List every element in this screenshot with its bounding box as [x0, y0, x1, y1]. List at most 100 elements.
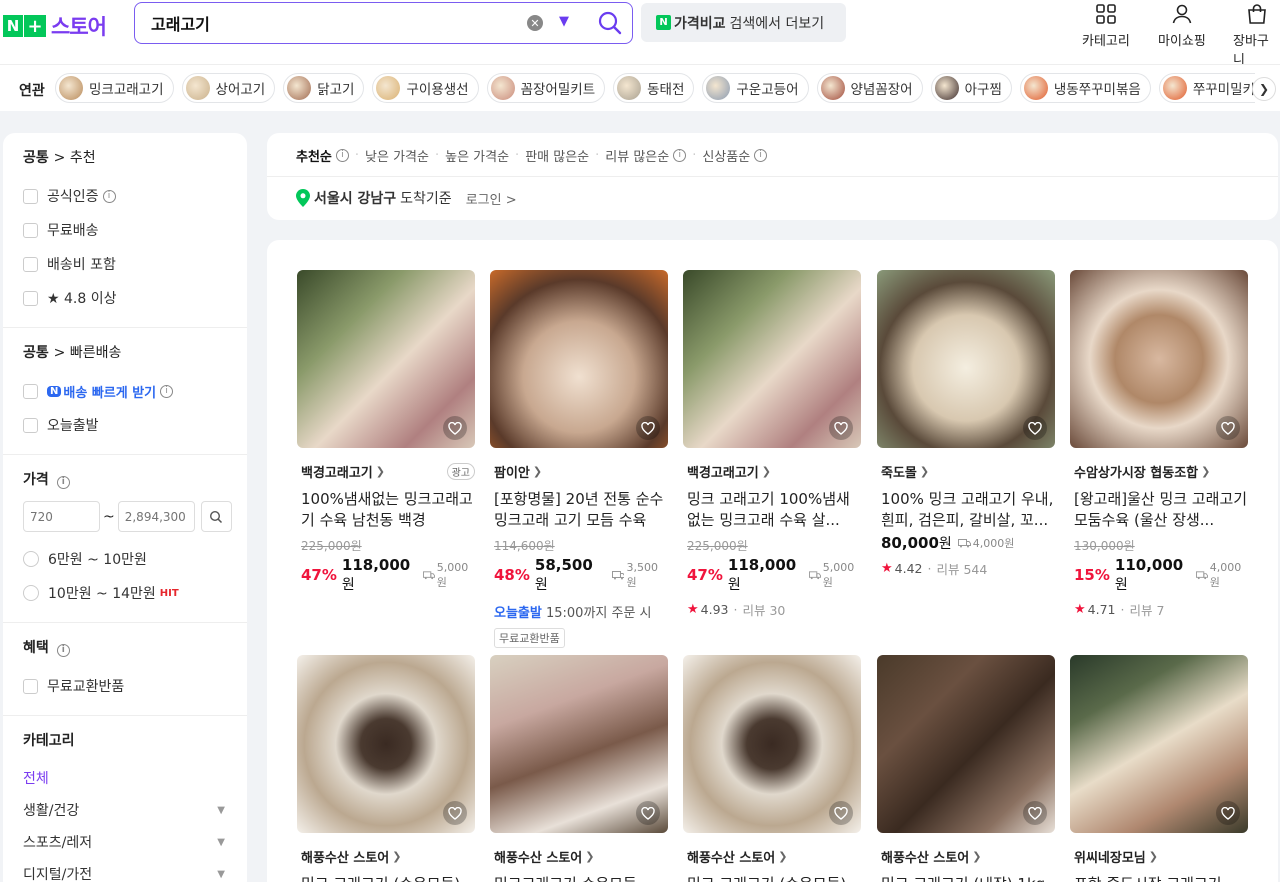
sort-option[interactable]: 낮은 가격순: [365, 146, 429, 165]
sort-option[interactable]: 리뷰 많은순 i: [605, 146, 687, 165]
related-chip[interactable]: 꼼장어밀키트: [486, 73, 606, 103]
info-icon[interactable]: i: [56, 644, 70, 657]
sort-option[interactable]: 추천순 i: [296, 146, 349, 165]
filter-fast-shipping[interactable]: N 배송 빠르게 받기 i: [23, 374, 247, 408]
delivery-location[interactable]: 서울시 강남구 도착기준 로그인 >: [296, 188, 517, 208]
product-card[interactable]: 백경고래고기 ❯ 광고 100%냄새없는 밍크고래고기 수육 남천동 백경 225,00…: [297, 270, 475, 594]
product-card[interactable]: 수암상가시장 협동조합 ❯ [왕고래]울산 밍크 고래고기 모둠수육 (울산 장생.…: [1070, 270, 1248, 619]
sort-option[interactable]: 판매 많은순: [525, 146, 589, 165]
filter-official[interactable]: 공식인증 i: [23, 179, 247, 213]
price-range-2[interactable]: 10만원 ~ 14만원 HIT: [23, 576, 247, 610]
checkbox[interactable]: [23, 256, 38, 272]
info-icon[interactable]: i: [160, 384, 174, 398]
sort-option[interactable]: 신상품순 i: [702, 146, 768, 165]
price-compare-button[interactable]: N 가격비교 검색에서 더보기: [641, 3, 846, 42]
product-card[interactable]: 해풍수산 스토어❯ 밍크 고래고기 (수육모듬): [297, 655, 475, 882]
category-button[interactable]: 카테고리: [1082, 2, 1130, 49]
product-title[interactable]: [왕고래]울산 밍크 고래고기 모둠수육 (울산 장생...: [1070, 489, 1248, 531]
heart-icon[interactable]: [443, 801, 467, 825]
product-title[interactable]: 밍크고래고기 수육모듬: [490, 874, 668, 882]
radio[interactable]: [23, 585, 39, 601]
search-button[interactable]: [596, 9, 624, 37]
product-title[interactable]: 밍크 고래고기 (수육모듬): [297, 874, 475, 882]
related-chip[interactable]: 구이용생선: [372, 73, 479, 103]
product-card[interactable]: 죽도몰 ❯ 100% 밍크 고래고기 우내, 흰피, 검은피, 갈비살, 꼬... 8…: [877, 270, 1055, 578]
product-card[interactable]: 해풍수산 스토어❯ 밍크고래고기 수육모듬: [490, 655, 668, 882]
filter-include-shipping[interactable]: 배송비 포함: [23, 247, 247, 281]
info-icon[interactable]: i: [102, 189, 116, 203]
related-chip[interactable]: 닭고기: [283, 73, 365, 103]
category-item[interactable]: 생활/건강 ▼: [23, 794, 247, 826]
checkbox[interactable]: [23, 383, 38, 399]
heart-icon[interactable]: [829, 416, 853, 440]
product-title[interactable]: 포항 죽도시장 고래고기: [1070, 874, 1248, 882]
heart-icon[interactable]: [829, 801, 853, 825]
mall-name[interactable]: 해풍수산 스토어 ❯: [297, 847, 475, 866]
heart-icon[interactable]: [636, 416, 660, 440]
category-all[interactable]: 전체: [23, 762, 247, 794]
info-icon[interactable]: i: [673, 149, 687, 162]
heart-icon[interactable]: [1216, 801, 1240, 825]
product-image[interactable]: [490, 655, 668, 833]
product-title[interactable]: 밍크 고래고기 (내장) 1kg: [877, 874, 1055, 882]
mall-name[interactable]: 백경고래고기 ❯ 광고: [297, 462, 475, 481]
heart-icon[interactable]: [443, 416, 467, 440]
mall-name[interactable]: 죽도몰 ❯: [877, 462, 1055, 481]
product-title[interactable]: 100%냄새없는 밍크고래고기 수육 남천동 백경: [297, 489, 475, 531]
product-title[interactable]: 100% 밍크 고래고기 우내, 흰피, 검은피, 갈비살, 꼬...: [877, 489, 1055, 531]
heart-icon[interactable]: [636, 801, 660, 825]
filter-rating[interactable]: ★ 4.8 이상: [23, 281, 247, 315]
product-image[interactable]: [1070, 655, 1248, 833]
filter-free-return[interactable]: 무료교환반품: [23, 669, 247, 703]
related-chip[interactable]: 상어고기: [181, 73, 276, 103]
related-chip[interactable]: 구운고등어: [702, 73, 809, 103]
product-image[interactable]: [297, 655, 475, 833]
clear-icon[interactable]: ✕: [527, 15, 543, 31]
related-chip[interactable]: 밍크고래고기: [55, 73, 174, 103]
filter-free-shipping[interactable]: 무료배송: [23, 213, 247, 247]
mall-name[interactable]: 수암상가시장 협동조합 ❯: [1070, 462, 1248, 481]
category-item[interactable]: 디지털/가전 ▼: [23, 858, 247, 882]
price-max-input[interactable]: [117, 501, 195, 532]
checkbox[interactable]: [23, 417, 38, 433]
product-image[interactable]: [683, 655, 861, 833]
info-icon[interactable]: i: [754, 149, 768, 162]
naver-store-logo[interactable]: N + 스토어: [3, 11, 107, 41]
product-card[interactable]: 해풍수산 스토어❯ 밍크 고래고기 (수육모듬): [683, 655, 861, 882]
product-image[interactable]: [297, 270, 475, 448]
my-shopping-button[interactable]: 마이쇼핑: [1158, 2, 1206, 49]
dropdown-triangle-icon[interactable]: ▼: [559, 14, 569, 29]
product-image[interactable]: [1070, 270, 1248, 448]
ad-badge[interactable]: 광고: [446, 463, 475, 480]
product-title[interactable]: [포항명물] 20년 전통 순수 밍크고래 고기 모듬 수육: [490, 489, 668, 531]
product-card[interactable]: 해풍수산 스토어❯ 밍크 고래고기 (내장) 1kg: [877, 655, 1055, 882]
heart-icon[interactable]: [1216, 416, 1240, 440]
related-chip[interactable]: 냉동쭈꾸미볶음: [1019, 73, 1151, 103]
related-chip[interactable]: 동태전: [613, 73, 695, 103]
login-link[interactable]: 로그인 >: [466, 189, 517, 208]
category-item[interactable]: 스포츠/레저 ▼: [23, 826, 247, 858]
mall-name[interactable]: 해풍수산 스토어 ❯: [490, 847, 668, 866]
product-image[interactable]: [490, 270, 668, 448]
sort-option[interactable]: 높은 가격순: [445, 146, 509, 165]
price-search-button[interactable]: [200, 501, 232, 532]
cart-button[interactable]: 장바구니: [1233, 2, 1280, 68]
chevron-right-icon[interactable]: ❯: [1252, 77, 1276, 101]
product-title[interactable]: 밍크 고래고기 (수육모듬): [683, 874, 861, 882]
checkbox[interactable]: [23, 222, 38, 238]
product-card[interactable]: 팜이안 ❯ [포항명물] 20년 전통 순수 밍크고래 고기 모듬 수육 114,60…: [490, 270, 668, 673]
checkbox[interactable]: [23, 188, 38, 204]
mall-name[interactable]: 해풍수산 스토어 ❯: [877, 847, 1055, 866]
related-chip[interactable]: 양념꼼장어: [816, 73, 923, 103]
heart-icon[interactable]: [1023, 801, 1047, 825]
product-image[interactable]: [877, 655, 1055, 833]
price-range-1[interactable]: 6만원 ~ 10만원: [23, 542, 247, 576]
related-chip[interactable]: 쭈꾸미밀키트: [1158, 73, 1255, 103]
mall-name[interactable]: 팜이안 ❯: [490, 462, 668, 481]
filter-today-ship[interactable]: 오늘출발: [23, 408, 247, 442]
related-chip[interactable]: 아구찜: [930, 73, 1012, 103]
price-min-input[interactable]: [23, 501, 100, 532]
checkbox[interactable]: [23, 290, 38, 306]
info-icon[interactable]: i: [56, 476, 70, 489]
checkbox[interactable]: [23, 678, 38, 694]
